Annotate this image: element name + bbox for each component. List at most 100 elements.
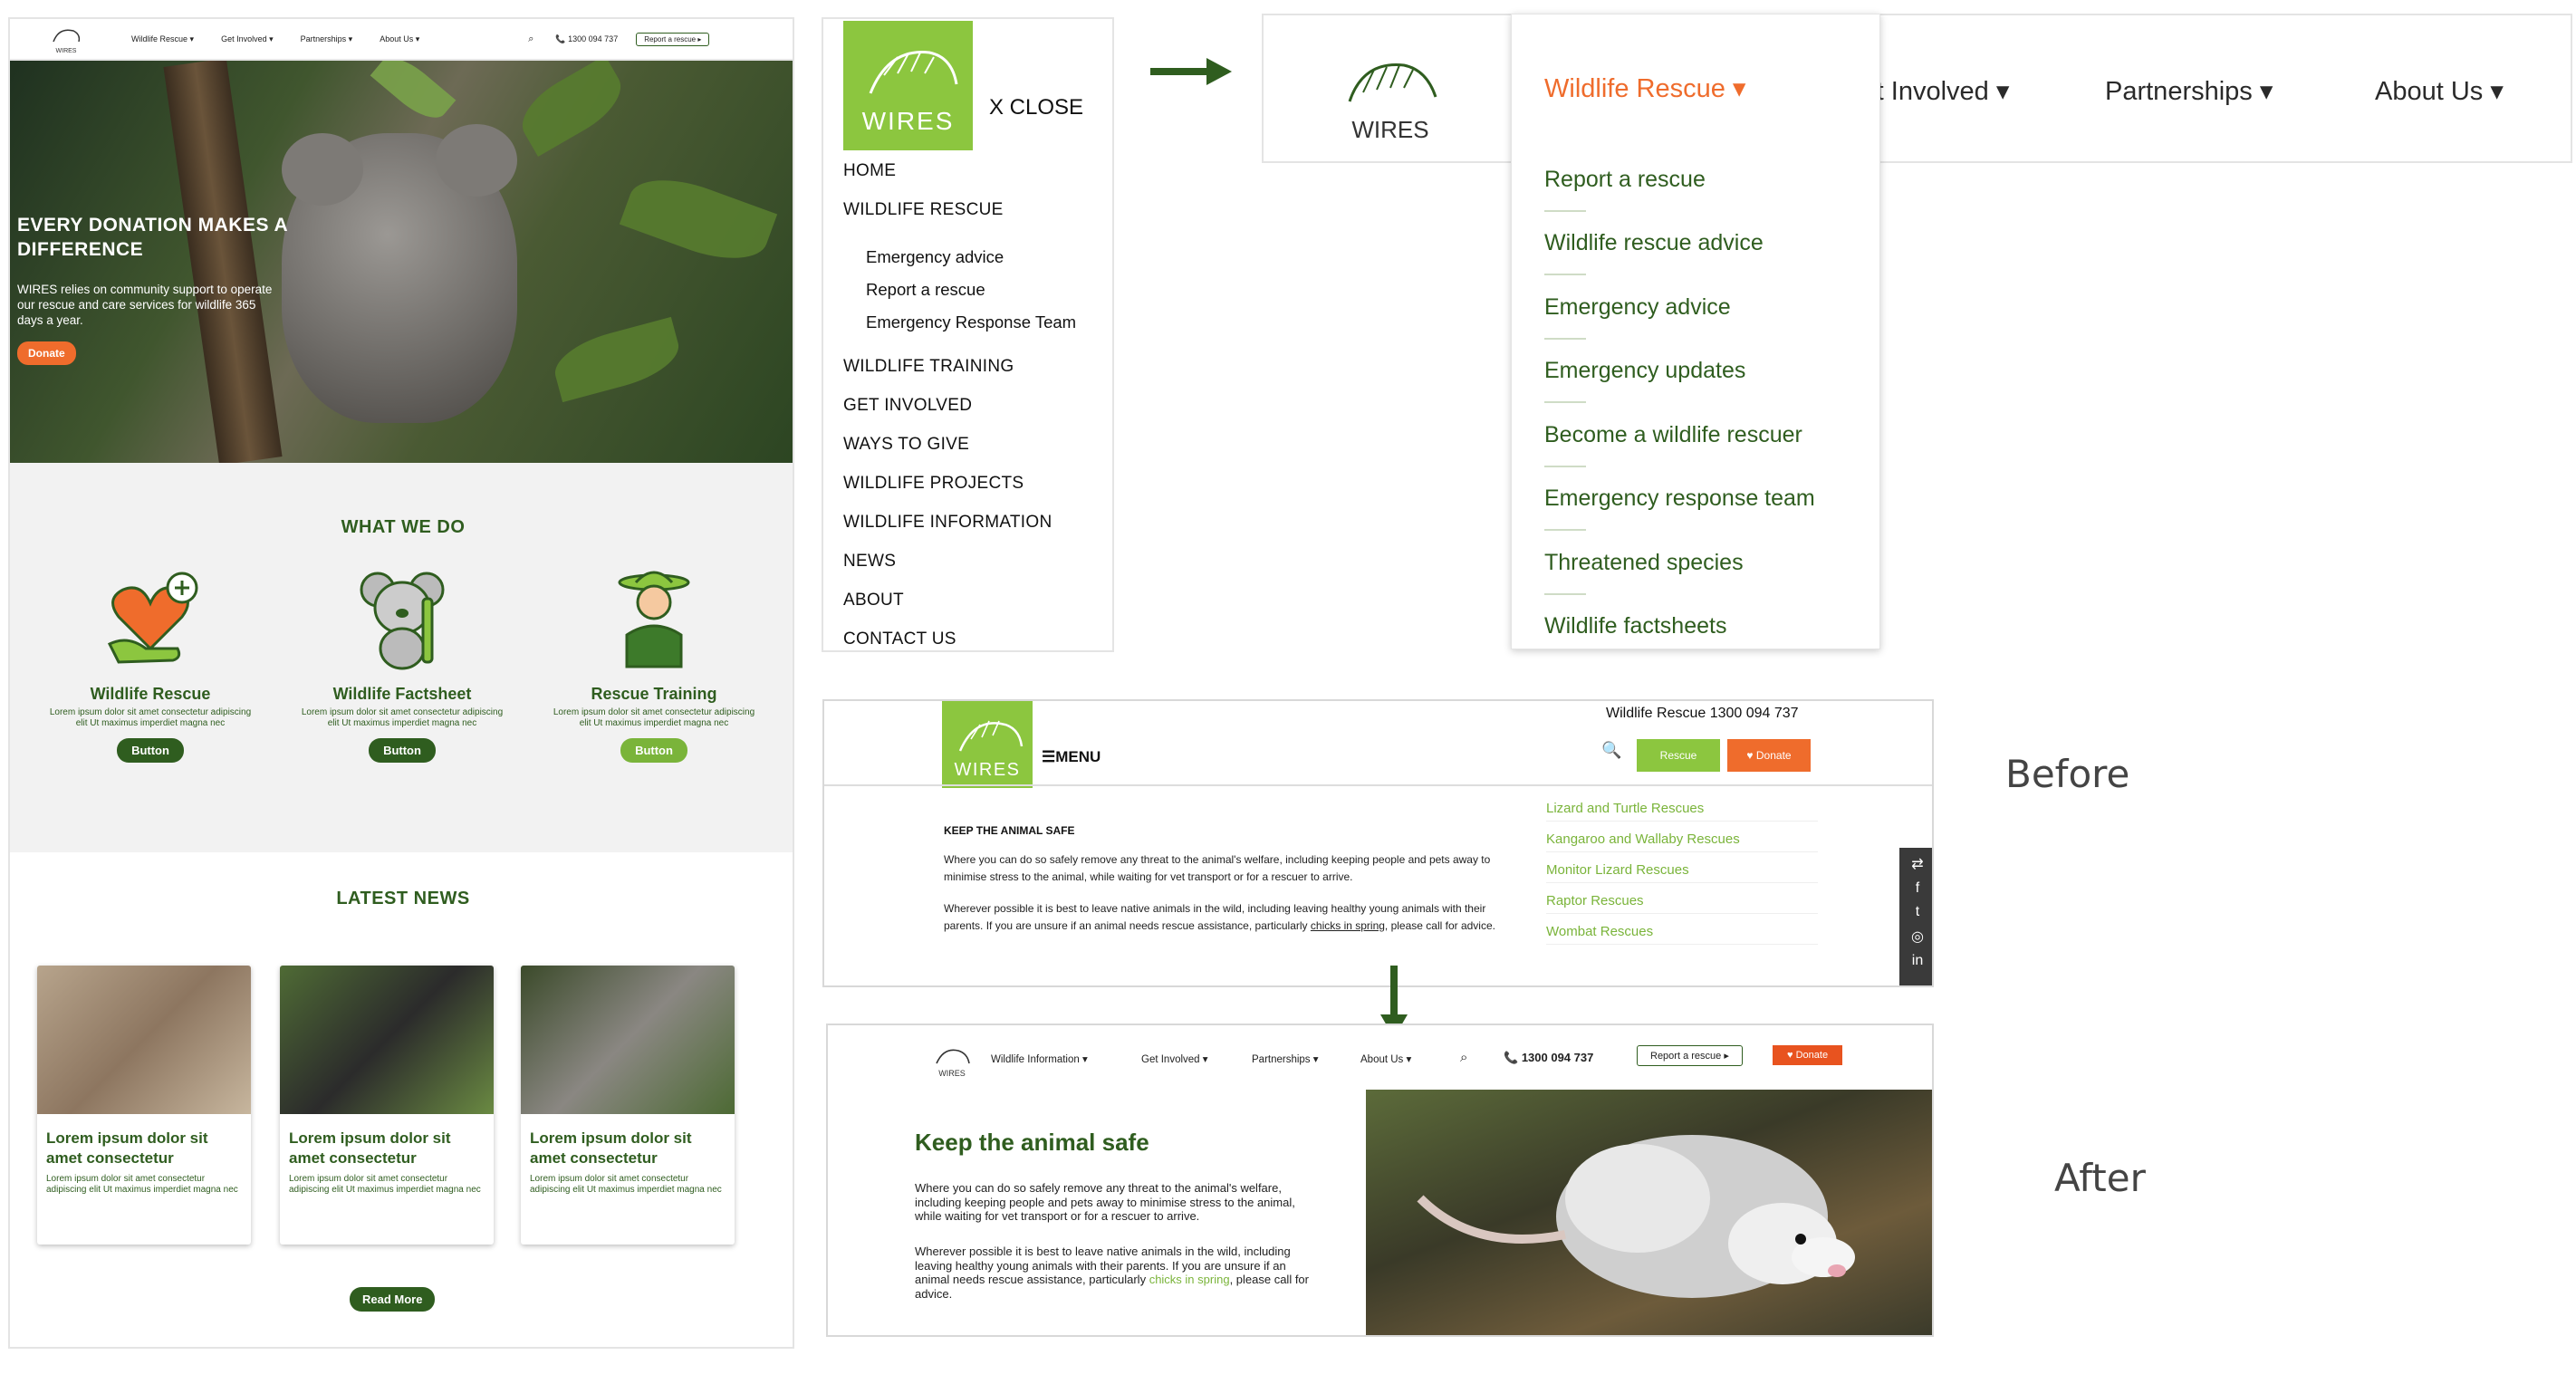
- report-rescue-button[interactable]: Report a rescue ▸: [1637, 1045, 1743, 1066]
- menu-item-wildlife-training[interactable]: WILDLIFE TRAINING: [843, 357, 1014, 377]
- phone-link[interactable]: 📞 1300 094 737: [1504, 1051, 1593, 1065]
- menu-item-ways-to-give[interactable]: WAYS TO GIVE: [843, 435, 969, 455]
- mobile-menu: WIRES X CLOSE HOME WILDLIFE RESCUE Emerg…: [822, 17, 1114, 652]
- service-desc: Lorem ipsum dolor sit amet consectetur a…: [49, 707, 252, 728]
- rescue-link[interactable]: Kangaroo and Wallaby Rescues: [1546, 831, 1818, 852]
- wires-logo-icon[interactable]: WIRES: [1336, 43, 1445, 142]
- menu-item-news[interactable]: NEWS: [843, 552, 896, 572]
- search-icon[interactable]: ⌕: [528, 34, 533, 45]
- latest-news-title: LATEST NEWS: [336, 889, 470, 908]
- search-icon[interactable]: 🔍: [1601, 741, 1621, 760]
- nav-about-us[interactable]: About Us ▾: [380, 34, 419, 44]
- menu-item-wildlife-rescue[interactable]: WILDLIFE RESCUE: [843, 200, 1004, 220]
- menu-item-about[interactable]: ABOUT: [843, 591, 904, 610]
- rescue-link[interactable]: Raptor Rescues: [1546, 893, 1818, 914]
- report-rescue-button[interactable]: Report a rescue ▸: [636, 32, 710, 46]
- rescue-link[interactable]: Monitor Lizard Rescues: [1546, 862, 1818, 883]
- donate-button[interactable]: ♥ Donate: [1727, 739, 1811, 772]
- service-button[interactable]: Button: [369, 738, 436, 763]
- news-card[interactable]: Lorem ipsum dolor sit amet consectetur L…: [280, 966, 494, 1245]
- wildlife-rescue-dropdown: Wildlife Rescue ▾ Report a rescue Wildli…: [1511, 14, 1880, 649]
- leaf: [619, 164, 778, 274]
- nav-about-us[interactable]: About Us ▾: [1360, 1052, 1411, 1065]
- wires-logo[interactable]: WIRES: [942, 701, 1033, 788]
- chicks-link[interactable]: chicks in spring: [1311, 919, 1385, 932]
- paragraph: Wherever possible it is best to leave na…: [915, 1245, 1309, 1301]
- dropdown-emergency-updates[interactable]: Emergency updates: [1544, 358, 1745, 384]
- donate-button[interactable]: Donate: [17, 341, 76, 365]
- news-card[interactable]: Lorem ipsum dolor sit amet consectetur L…: [521, 966, 735, 1245]
- facebook-icon[interactable]: f: [1899, 880, 1932, 897]
- divider: [1544, 338, 1586, 340]
- homepage-mockup: WIRES Wildlife Rescue ▾ Get Involved ▾ P…: [8, 17, 794, 1349]
- submenu-emergency-advice[interactable]: Emergency advice: [866, 247, 1004, 267]
- wires-logo-icon[interactable]: WIRES: [929, 1040, 975, 1078]
- koala-image: [521, 966, 735, 1114]
- menu-item-home[interactable]: HOME: [843, 161, 896, 181]
- donate-button[interactable]: ♥ Donate: [1773, 1045, 1843, 1065]
- nav-get-involved[interactable]: Get Involved ▾: [1141, 1052, 1208, 1065]
- wires-logo[interactable]: WIRES: [843, 21, 973, 150]
- divider: [1544, 529, 1586, 531]
- logo-text: WIRES: [861, 107, 955, 135]
- rescue-link[interactable]: Lizard and Turtle Rescues: [1546, 801, 1818, 822]
- dropdown-emergency-advice[interactable]: Emergency advice: [1544, 294, 1731, 321]
- possum-image: [1366, 1090, 1932, 1335]
- phone-link[interactable]: 📞 1300 094 737: [555, 34, 618, 44]
- tab-wildlife-rescue[interactable]: Wildlife Rescue ▾: [1544, 72, 1745, 104]
- close-button[interactable]: X CLOSE: [989, 95, 1083, 120]
- news-card-desc: Lorem ipsum dolor sit amet consectetur a…: [46, 1174, 238, 1195]
- service-desc: Lorem ipsum dolor sit amet consectetur a…: [553, 707, 755, 728]
- menu-button[interactable]: ☰MENU: [1042, 748, 1101, 766]
- koala-ear: [436, 124, 517, 197]
- menu-item-wildlife-projects[interactable]: WILDLIFE PROJECTS: [843, 474, 1024, 494]
- hero-body: WIRES relies on community support to ope…: [17, 283, 273, 327]
- divider: [1544, 466, 1586, 467]
- nav-wildlife-information[interactable]: Wildlife Information ▾: [991, 1052, 1088, 1065]
- dropdown-become-rescuer[interactable]: Become a wildlife rescuer: [1544, 422, 1802, 448]
- dropdown-emergency-response-team[interactable]: Emergency response team: [1544, 485, 1815, 512]
- section-heading: KEEP THE ANIMAL SAFE: [944, 824, 1075, 837]
- search-icon[interactable]: ⌕: [1460, 1050, 1467, 1065]
- dropdown-wildlife-factsheets[interactable]: Wildlife factsheets: [1544, 613, 1726, 639]
- rescue-button[interactable]: Rescue: [1637, 739, 1720, 772]
- dropdown-wildlife-rescue-advice[interactable]: Wildlife rescue advice: [1544, 230, 1764, 256]
- wires-logo-icon[interactable]: WIRES: [46, 24, 86, 54]
- news-card[interactable]: Lorem ipsum dolor sit amet consectetur L…: [37, 966, 251, 1245]
- menu-item-wildlife-information[interactable]: WILDLIFE INFORMATION: [843, 513, 1052, 533]
- leaf: [511, 61, 632, 157]
- read-more-button[interactable]: Read More: [350, 1287, 436, 1312]
- heart-hand-icon: [107, 572, 198, 664]
- dropdown-report-rescue[interactable]: Report a rescue: [1544, 167, 1706, 193]
- menu-item-contact-us[interactable]: CONTACT US: [843, 630, 956, 649]
- rescue-link[interactable]: Wombat Rescues: [1546, 924, 1818, 945]
- paragraph: Wherever possible it is best to leave na…: [944, 902, 1495, 932]
- desktop-nav: WIRES Get Involved ▾ Partnerships ▾ Abou…: [1262, 14, 2572, 163]
- svg-text:WIRES: WIRES: [938, 1069, 966, 1078]
- submenu-report-rescue[interactable]: Report a rescue: [866, 280, 985, 300]
- nav-get-involved[interactable]: Get Involved ▾: [221, 34, 274, 44]
- dropdown-threatened-species[interactable]: Threatened species: [1544, 550, 1744, 576]
- submenu-emergency-response-team[interactable]: Emergency Response Team: [866, 312, 1076, 332]
- chicks-link[interactable]: chicks in spring: [1149, 1273, 1230, 1286]
- linkedin-icon[interactable]: in: [1899, 953, 1932, 969]
- after-page: WIRES Wildlife Information ▾ Get Involve…: [826, 1024, 1934, 1337]
- translate-icon[interactable]: ⇄: [1899, 855, 1932, 873]
- menu-item-get-involved[interactable]: GET INVOLVED: [843, 396, 972, 416]
- service-button[interactable]: Button: [620, 738, 687, 763]
- rescue-hotline[interactable]: Wildlife Rescue 1300 094 737: [1606, 706, 1799, 722]
- instagram-icon[interactable]: ◎: [1899, 927, 1932, 946]
- nav-wildlife-rescue[interactable]: Wildlife Rescue ▾: [131, 34, 194, 44]
- tab-partnerships[interactable]: Partnerships ▾: [2105, 75, 2273, 107]
- nav-partnerships[interactable]: Partnerships ▾: [1252, 1052, 1319, 1065]
- tab-about-us[interactable]: About Us ▾: [2375, 75, 2504, 107]
- volunteers-image: [280, 966, 494, 1114]
- svg-text:WIRES: WIRES: [56, 48, 77, 54]
- nav-partnerships[interactable]: Partnerships ▾: [301, 34, 353, 44]
- service-button[interactable]: Button: [117, 738, 184, 763]
- wallaby-image: [37, 966, 251, 1114]
- service-desc: Lorem ipsum dolor sit amet consectetur a…: [301, 707, 504, 728]
- divider: [1544, 210, 1586, 212]
- twitter-icon[interactable]: t: [1899, 904, 1932, 920]
- what-we-do-section: WHAT WE DO Wildlife Rescue Lorem ipsum d…: [10, 463, 793, 852]
